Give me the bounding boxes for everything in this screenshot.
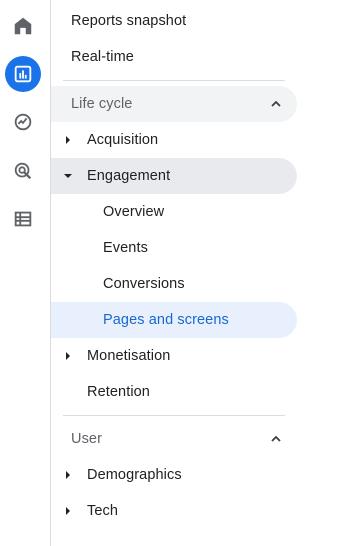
left-rail bbox=[0, 0, 50, 546]
caret-right-icon bbox=[63, 470, 73, 480]
reports-nav: Reports snapshot Real-time Life cycle Ac… bbox=[51, 0, 344, 546]
nav-item-events[interactable]: Events bbox=[51, 230, 297, 266]
divider bbox=[63, 80, 285, 81]
advertising-icon bbox=[14, 162, 32, 180]
nav-item-acquisition[interactable]: Acquisition bbox=[51, 122, 297, 158]
home-button[interactable] bbox=[5, 8, 41, 44]
nav-item-label: Demographics bbox=[87, 467, 182, 483]
explore-icon bbox=[14, 113, 32, 131]
chevron-up-icon bbox=[269, 97, 283, 111]
nav-item-conversions[interactable]: Conversions bbox=[51, 266, 297, 302]
configure-button[interactable] bbox=[5, 201, 41, 237]
nav-item-monetisation[interactable]: Monetisation bbox=[51, 338, 297, 374]
nav-item-label: Events bbox=[103, 240, 148, 256]
nav-item-label: Engagement bbox=[87, 168, 171, 184]
nav-item-engagement[interactable]: Engagement bbox=[51, 158, 297, 194]
nav-item-label: Tech bbox=[87, 503, 119, 519]
section-lifecycle[interactable]: Life cycle bbox=[51, 86, 297, 122]
nav-item-label: Real-time bbox=[71, 49, 134, 65]
nav-item-demographics[interactable]: Demographics bbox=[51, 457, 297, 493]
nav-item-label: Pages and screens bbox=[103, 312, 229, 328]
home-icon bbox=[14, 17, 32, 35]
explore-button[interactable] bbox=[5, 104, 41, 140]
chevron-up-icon bbox=[269, 432, 283, 446]
nav-item-retention[interactable]: Retention bbox=[51, 374, 297, 410]
nav-item-label: Overview bbox=[103, 204, 165, 220]
section-label: User bbox=[71, 431, 103, 447]
nav-item-label: Reports snapshot bbox=[71, 13, 187, 29]
nav-item-label: Acquisition bbox=[87, 132, 159, 148]
reports-button[interactable] bbox=[5, 56, 41, 92]
caret-right-icon bbox=[63, 351, 73, 361]
reports-icon bbox=[14, 65, 32, 83]
caret-right-icon bbox=[63, 135, 73, 145]
caret-right-icon bbox=[63, 506, 73, 516]
section-user[interactable]: User bbox=[51, 421, 297, 457]
nav-item-overview[interactable]: Overview bbox=[51, 194, 297, 230]
nav-item-reports-snapshot[interactable]: Reports snapshot bbox=[51, 3, 297, 39]
nav-item-label: Conversions bbox=[103, 276, 185, 292]
nav-item-pages-and-screens[interactable]: Pages and screens bbox=[51, 302, 297, 338]
caret-down-icon bbox=[63, 171, 73, 181]
nav-item-tech[interactable]: Tech bbox=[51, 493, 297, 529]
section-label: Life cycle bbox=[71, 96, 133, 112]
divider bbox=[63, 415, 285, 416]
nav-item-label: Retention bbox=[87, 384, 150, 400]
configure-icon bbox=[14, 211, 32, 227]
advertising-button[interactable] bbox=[5, 153, 41, 189]
nav-item-realtime[interactable]: Real-time bbox=[51, 39, 297, 75]
nav-item-label: Monetisation bbox=[87, 348, 171, 364]
